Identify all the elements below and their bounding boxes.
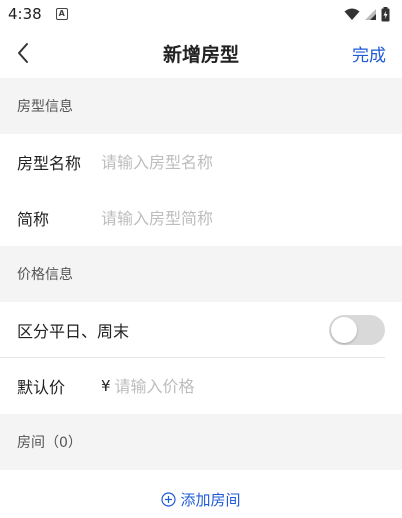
status-time: 4:38: [8, 5, 42, 23]
price-input[interactable]: [114, 376, 386, 396]
plus-circle-icon: [161, 491, 177, 507]
status-bar: 4:38 A: [0, 0, 402, 28]
room-type-name-input[interactable]: [101, 152, 386, 172]
room-type-short-input[interactable]: [101, 208, 386, 228]
wifi-icon: [344, 8, 360, 20]
nav-bar: 新增房型 完成: [0, 28, 402, 78]
section-header-rooms: 房间（0）: [0, 414, 402, 470]
add-room-button[interactable]: 添加房间: [0, 470, 402, 518]
weekday-weekend-row: 区分平日、周末: [0, 302, 385, 358]
weekday-weekend-label: 区分平日、周末: [17, 321, 130, 341]
section-header-room-type: 房型信息: [0, 78, 402, 134]
room-type-name-row: 房型名称: [0, 134, 402, 190]
notification-a-icon: A: [55, 8, 68, 20]
signal-icon: [365, 8, 376, 20]
add-room-label: 添加房间: [180, 490, 241, 509]
done-button[interactable]: 完成: [352, 41, 386, 66]
room-type-short-label: 简称: [17, 210, 50, 229]
room-type-name-label: 房型名称: [17, 154, 82, 173]
section-header-price: 价格信息: [0, 246, 402, 302]
room-type-short-row: 简称: [0, 190, 402, 246]
chevron-left-icon: [18, 43, 28, 63]
back-button[interactable]: [16, 39, 44, 67]
weekday-weekend-toggle[interactable]: [329, 314, 385, 345]
battery-icon: [381, 6, 390, 21]
default-price-label: 默认价: [17, 378, 66, 397]
currency-symbol: ¥: [101, 377, 111, 395]
page-title: 新增房型: [162, 43, 239, 66]
default-price-row: 默认价 ¥: [0, 358, 402, 414]
toggle-knob: [331, 316, 357, 343]
